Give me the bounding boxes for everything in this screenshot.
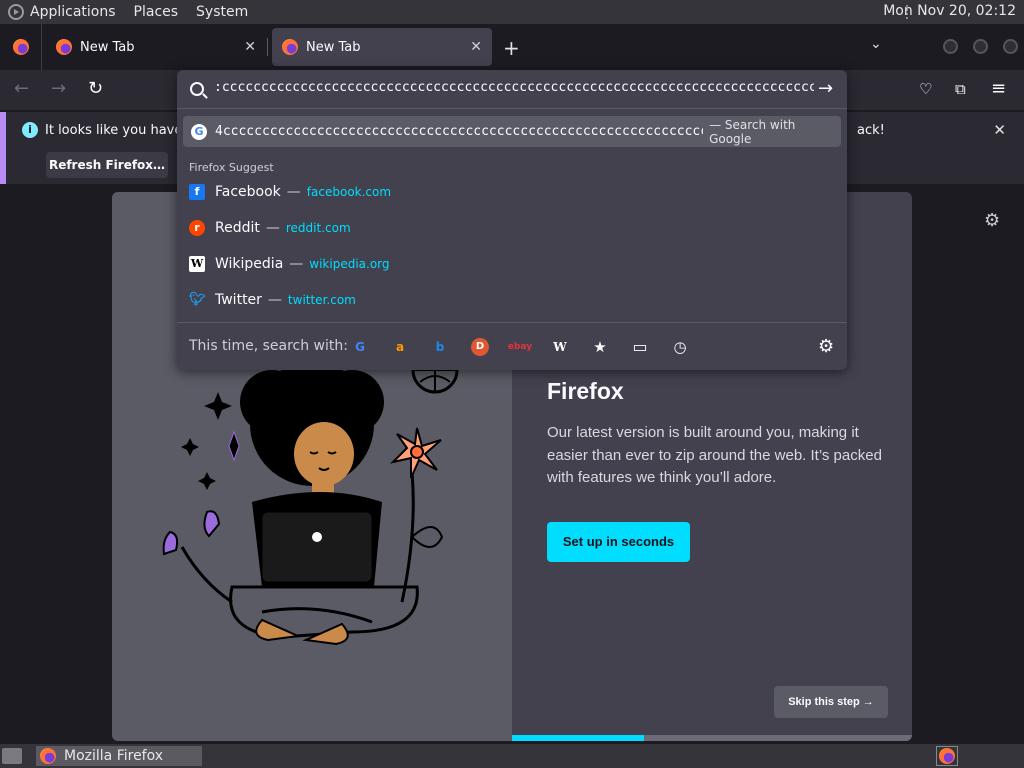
firefox-suggest-heading: Firefox Suggest xyxy=(189,161,274,174)
tab-strip: New Tab ✕ New Tab ✕ + ⌄ xyxy=(0,24,1024,70)
close-tab-icon[interactable]: ✕ xyxy=(244,39,256,55)
suggestion-url: wikipedia.org xyxy=(309,257,390,271)
hamburger-menu-icon[interactable]: ≡ xyxy=(991,78,1006,99)
maximize-button[interactable] xyxy=(973,39,988,54)
clock[interactable]: Mon Nov 20, 02:12 xyxy=(883,3,1016,19)
suggestion-dash: — xyxy=(265,220,280,236)
skip-step-button[interactable]: Skip this step → xyxy=(774,686,888,718)
suggestion-query: 4ccccccccccccccccccccccccccccccccccccccc… xyxy=(215,124,704,139)
suggestion-reddit[interactable]: r Reddit — reddit.com xyxy=(189,213,351,243)
search-settings-gear-icon[interactable]: ⚙ xyxy=(818,336,834,357)
firefox-view-button[interactable] xyxy=(0,24,42,70)
list-all-tabs-chevron-icon[interactable]: ⌄ xyxy=(870,36,882,52)
pocket-icon[interactable]: ♡ xyxy=(919,80,932,98)
suggestion-dash: — xyxy=(289,256,304,272)
suggestion-facebook[interactable]: f Facebook — facebook.com xyxy=(189,177,391,207)
tray-firefox[interactable] xyxy=(936,746,958,766)
menu-system[interactable]: System xyxy=(196,4,248,20)
suggestion-twitter[interactable]: 🐦︎ Twitter — twitter.com xyxy=(189,285,356,315)
reload-icon[interactable]: ↻ xyxy=(88,78,103,99)
top-system-panel: Applications Places System Mon Nov 20, 0… xyxy=(0,0,1024,24)
extensions-icon[interactable]: ⧉ xyxy=(955,80,966,98)
ebay-icon[interactable]: ebay xyxy=(507,338,533,356)
menu-places[interactable]: Places xyxy=(134,4,179,20)
duckduckgo-icon[interactable]: D xyxy=(471,338,489,356)
suggestion-url: facebook.com xyxy=(306,185,392,199)
suggestion-wikipedia[interactable]: W Wikipedia — wikipedia.org xyxy=(189,249,390,279)
info-icon: i xyxy=(22,122,38,138)
minimize-button[interactable] xyxy=(943,39,958,54)
urlbar-dropdown: :ccccccccccccccccccccccccccccccccccccccc… xyxy=(177,70,847,370)
suggestion-action: — Search with Google xyxy=(709,117,796,146)
suggestion-title: Twitter xyxy=(215,292,262,308)
close-window-button[interactable] xyxy=(1003,39,1018,54)
refresh-firefox-button[interactable]: Refresh Firefox… xyxy=(46,152,168,178)
suggestion-title: Facebook xyxy=(215,184,281,200)
tab-label: New Tab xyxy=(80,39,135,55)
tab-new-tab-1[interactable]: New Tab ✕ xyxy=(46,28,266,66)
menu-applications[interactable]: Applications xyxy=(30,4,116,20)
firefox-icon xyxy=(40,748,56,764)
close-notification-icon[interactable]: ✕ xyxy=(993,121,1006,139)
back-arrow-icon[interactable]: ← xyxy=(14,78,29,99)
tab-new-tab-2[interactable]: New Tab ✕ xyxy=(272,28,492,66)
wikipedia-icon: W xyxy=(189,256,205,272)
bookmarks-star-icon[interactable]: ★ xyxy=(591,338,609,356)
reddit-icon: r xyxy=(189,220,205,236)
facebook-icon: f xyxy=(189,184,205,200)
tabs-icon[interactable]: ▭ xyxy=(631,338,649,356)
notification-message-end: ack! xyxy=(857,123,885,138)
onboarding-heading: Firefox xyxy=(547,378,624,404)
search-icon xyxy=(190,82,204,96)
setup-button[interactable]: Set up in seconds xyxy=(547,522,690,562)
suggestion-dash: — xyxy=(286,184,301,200)
onboarding-body-text: Our latest version is built around you, … xyxy=(547,424,882,486)
new-tab-plus-icon[interactable]: + xyxy=(503,36,520,60)
onboarding-progress-track xyxy=(512,735,912,741)
go-arrow-icon[interactable]: → xyxy=(818,78,833,99)
search-suggestion-highlighted[interactable]: G 4ccccccccccccccccccccccccccccccccccccc… xyxy=(183,116,841,147)
dropdown-divider xyxy=(177,108,847,109)
forward-arrow-icon[interactable]: → xyxy=(51,78,66,99)
tab-label: New Tab xyxy=(306,39,361,55)
firefox-icon xyxy=(282,39,298,55)
settings-gear-icon[interactable]: ⚙ xyxy=(984,210,1000,231)
onboarding-progress-fill xyxy=(512,735,644,741)
system-logo-icon[interactable] xyxy=(8,4,24,20)
show-desktop-icon[interactable] xyxy=(2,748,22,764)
taskbar-window-label: Mozilla Firefox xyxy=(64,748,164,764)
suggestion-dash: — xyxy=(267,292,282,308)
suggestion-url: reddit.com xyxy=(285,221,351,235)
wikipedia-icon[interactable]: W xyxy=(551,338,569,356)
twitter-icon: 🐦︎ xyxy=(189,292,206,307)
firefox-icon xyxy=(12,39,29,55)
firefox-icon xyxy=(56,39,72,55)
suggestion-title: Wikipedia xyxy=(215,256,284,272)
bing-icon[interactable]: b xyxy=(431,338,449,356)
one-off-search-label: This time, search with: xyxy=(189,338,348,354)
history-clock-icon[interactable]: ◷ xyxy=(671,338,689,356)
google-icon: G xyxy=(191,124,207,140)
bottom-taskbar: Mozilla Firefox xyxy=(0,744,1024,768)
amazon-icon[interactable]: a xyxy=(391,338,409,356)
suggestion-title: Reddit xyxy=(215,220,260,236)
taskbar-window-firefox[interactable]: Mozilla Firefox xyxy=(36,746,202,766)
firefox-icon xyxy=(939,748,955,764)
close-tab-icon[interactable]: ✕ xyxy=(470,39,482,55)
dropdown-bottom-divider xyxy=(177,322,847,323)
url-input[interactable]: :ccccccccccccccccccccccccccccccccccccccc… xyxy=(214,80,814,95)
google-icon[interactable]: G xyxy=(351,338,369,356)
suggestion-url: twitter.com xyxy=(287,293,356,307)
tab-separator xyxy=(267,38,268,56)
